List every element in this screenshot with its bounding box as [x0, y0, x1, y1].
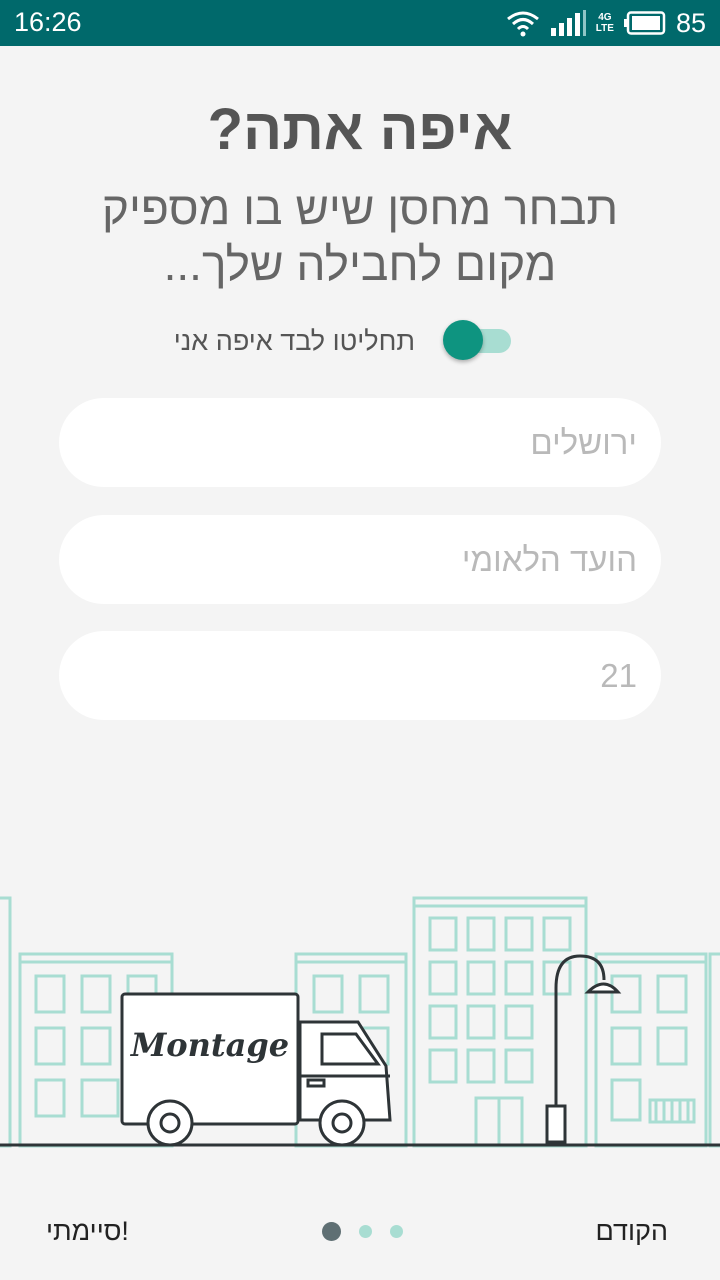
auto-location-row: תחליטו לבד איפה אני: [0, 318, 720, 364]
status-icons: 4G LTE 85: [506, 6, 706, 40]
signal-icon: [550, 10, 586, 36]
house-number-input[interactable]: [59, 631, 661, 720]
city-input[interactable]: [59, 398, 661, 487]
auto-location-toggle[interactable]: [443, 320, 513, 360]
network-type-icon: 4G LTE: [596, 12, 614, 34]
clock: 16:26: [14, 7, 82, 37]
page-dot: [390, 1225, 403, 1238]
wifi-icon: [506, 11, 539, 37]
page-dot: [359, 1225, 372, 1238]
toggle-knob: [443, 320, 483, 360]
city-street-illustration: Montage: [0, 896, 720, 1148]
page-subtitle: תבחר מחסן שיש בו מספיק מקום לחבילה שלך..…: [101, 182, 619, 290]
page-title: איפה אתה?: [207, 97, 513, 162]
page-indicator: [322, 1222, 403, 1241]
auto-location-label: תחליטו לבד איפה אני: [173, 326, 415, 356]
previous-button[interactable]: הקודם: [595, 1216, 668, 1247]
truck-logo: Montage: [130, 1026, 289, 1064]
battery-icon: [623, 11, 666, 35]
network-type-top: 4G: [598, 12, 612, 23]
network-type-bottom: LTE: [595, 23, 614, 34]
done-button[interactable]: סיימתי!: [46, 1216, 129, 1247]
wizard-footer: סיימתי! הקודם: [0, 1150, 720, 1280]
street-input[interactable]: [59, 515, 661, 604]
battery-percent: 85: [675, 7, 706, 38]
status-bar: 16:26 4G LTE 85: [0, 0, 720, 46]
page-dot-active: [322, 1222, 341, 1241]
